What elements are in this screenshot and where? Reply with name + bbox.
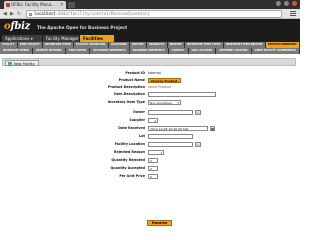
window-controls	[276, 1, 297, 6]
row-lot: Lot	[0, 133, 300, 140]
quantity-accepted-label: Quantity Accepted	[110, 166, 145, 170]
ofbiz-favicon-icon	[6, 3, 10, 7]
new-tab-button[interactable]	[68, 2, 75, 8]
facility-location-label: Facility Location	[114, 142, 145, 146]
row-product-description: Product Description Some Product	[0, 84, 300, 91]
per-unit-price-label: Per Unit Price	[119, 174, 145, 178]
owner-lookup-icon[interactable]: ⌕	[195, 110, 201, 115]
date-received-label: Date Received	[118, 126, 145, 130]
product-id-value: Internal	[148, 71, 161, 75]
product-id-label: Product ID	[125, 71, 145, 75]
forward-icon[interactable]: ▶	[10, 11, 14, 17]
inventory-item-type-select[interactable]: Non-Serialized ▾	[148, 100, 181, 105]
page-icon	[29, 12, 32, 16]
row-supplier: Supplier ▾	[0, 117, 300, 124]
browser-toolbar: ◀ ▶ ↻ localhost:8443/facility/control/Re…	[0, 9, 300, 19]
row-rejected-reason: Rejected Reason ▾	[0, 149, 300, 156]
screenlet-button-bar: + New Facility	[2, 58, 296, 66]
new-facility-label: New Facility	[14, 62, 35, 66]
facility-manager-menu-button[interactable]: Facility Manager ▾	[43, 35, 82, 42]
quantity-accepted-input[interactable]: 0	[148, 166, 158, 171]
browser-menu-icon[interactable]	[290, 11, 296, 17]
quantity-rejected-input[interactable]: 0	[148, 158, 158, 163]
row-owner: Owner ⌕	[0, 109, 300, 116]
row-date-received: Date Received 2014-10-28 10:40:06.591 ▦	[0, 125, 300, 132]
ofbiz-logo[interactable]: ofbiz	[4, 21, 30, 32]
tab-close-icon[interactable]: ×	[60, 1, 64, 9]
url-path: :8443/facility/control/ReceiveInventory	[55, 11, 150, 16]
browser-tab-strip: OFBiz: Facility Mana... ×	[0, 0, 300, 9]
calendar-icon[interactable]: ▦	[210, 126, 215, 131]
url-host: localhost	[34, 11, 56, 16]
product-description-value: Some Product	[148, 85, 171, 89]
per-unit-price-input[interactable]: 0	[148, 174, 158, 179]
location-lookup-icon[interactable]: ⌕	[195, 142, 201, 147]
quantity-rejected-label: Quantity Rejected	[111, 158, 145, 162]
chevron-down-icon: ▾	[154, 119, 156, 123]
supplier-select[interactable]: ▾	[148, 118, 158, 123]
product-description-label: Product Description	[107, 85, 145, 89]
row-quantity-accepted: Quantity Accepted 0	[0, 165, 300, 172]
row-inventory-item-type: Inventory Item Type Non-Serialized ▾	[0, 99, 300, 106]
choose-product-button[interactable]: Choose Product	[148, 78, 181, 83]
maximize-icon[interactable]	[284, 1, 289, 6]
minimize-icon[interactable]	[276, 1, 281, 6]
window-close-icon[interactable]	[292, 1, 297, 6]
browser-tab-title: OFBiz: Facility Mana...	[11, 2, 55, 7]
rejected-reason-select[interactable]: ▾	[148, 150, 164, 155]
item-description-input[interactable]	[148, 92, 216, 97]
row-per-unit-price: Per Unit Price 0	[0, 173, 300, 180]
header-tagline: The Apache Open for Business Project	[37, 25, 128, 30]
lot-label: Lot	[139, 134, 145, 138]
row-item-description: Item Description	[0, 91, 300, 98]
owner-label: Owner	[132, 110, 145, 114]
row-product-name: Product Name Choose Product	[0, 77, 300, 84]
facilities-button[interactable]: Facilities	[80, 35, 114, 42]
reload-icon[interactable]: ↻	[17, 11, 21, 17]
inventory-item-type-value: Non-Serialized	[150, 101, 172, 105]
rejected-reason-label: Rejected Reason	[114, 150, 145, 154]
owner-input[interactable]	[148, 110, 193, 115]
product-name-label: Product Name	[118, 78, 145, 82]
facility-location-input[interactable]	[148, 142, 193, 147]
item-description-label: Item Description	[114, 92, 145, 96]
date-received-input[interactable]: 2014-10-28 10:40:06.591	[148, 126, 208, 131]
applications-menu-button[interactable]: Applications ▾	[2, 35, 42, 42]
receive-submit-button[interactable]: Receive	[147, 220, 173, 226]
lot-input[interactable]	[148, 134, 193, 139]
back-icon[interactable]: ◀	[3, 11, 7, 17]
row-product-id: Product ID Internal	[0, 70, 300, 77]
row-quantity-rejected: Quantity Rejected 0	[0, 157, 300, 164]
plus-icon: +	[8, 62, 12, 66]
address-bar[interactable]: localhost:8443/facility/control/ReceiveI…	[26, 10, 282, 18]
row-facility-location: Facility Location ⌕	[0, 141, 300, 148]
browser-tab[interactable]: OFBiz: Facility Mana... ×	[4, 1, 66, 9]
chevron-down-icon: ▾	[177, 101, 179, 105]
new-facility-button[interactable]: + New Facility	[5, 60, 39, 66]
main-content: + New Facility Product ID Internal Produ…	[0, 54, 300, 226]
supplier-label: Supplier	[129, 118, 145, 122]
chevron-down-icon: ▾	[160, 151, 162, 155]
inventory-item-type-label: Inventory Item Type	[107, 100, 145, 104]
app-bar: Applications ▾ Facility Manager ▾ Facili…	[0, 35, 300, 42]
